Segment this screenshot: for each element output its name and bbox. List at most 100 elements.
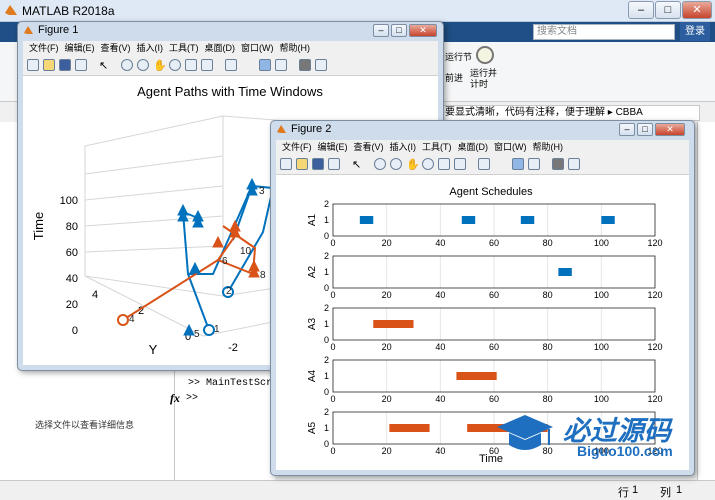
figure-icon (23, 25, 34, 36)
menu-tools[interactable]: 工具(T) (422, 140, 452, 155)
figure1-title-bar: Figure 1 – □ ✕ (18, 22, 443, 39)
figure2-close-button[interactable]: ✕ (655, 123, 685, 136)
close-button[interactable]: ✕ (682, 1, 712, 19)
figure2-schedule-bar (389, 424, 430, 432)
show-plot-tools-icon[interactable] (568, 158, 580, 170)
menu-insert[interactable]: 插入(I) (390, 140, 417, 155)
figure2-minimize-button[interactable]: – (619, 123, 635, 136)
maximize-button[interactable]: □ (655, 1, 681, 19)
figure1-ztick-label: 0 (72, 325, 78, 337)
figure1-triangle-marker (248, 259, 260, 272)
figure2-schedule-bar (456, 372, 497, 380)
figure1-point-label: 5 (194, 329, 200, 340)
menu-file[interactable]: 文件(F) (29, 41, 59, 56)
open-icon[interactable] (43, 59, 55, 71)
pointer-icon[interactable]: ↖ (352, 158, 364, 171)
status-row-value: 1 (632, 484, 639, 496)
colorbar-icon[interactable] (259, 59, 271, 71)
figure2-schedule-bar (461, 216, 476, 224)
minimize-button[interactable]: – (628, 1, 654, 19)
figure1-toolbar: ↖ ✋ (23, 56, 438, 76)
show-plot-tools-icon[interactable] (315, 59, 327, 71)
figure2-ytick-label: 0 (324, 439, 329, 449)
pointer-icon[interactable]: ↖ (99, 59, 111, 72)
hide-plot-tools-icon[interactable] (299, 59, 311, 71)
link-icon[interactable] (478, 158, 490, 170)
menu-desktop[interactable]: 桌面(D) (205, 41, 236, 56)
watermark-logo: 必过源码 Biguo100.com (495, 405, 710, 465)
menu-window[interactable]: 窗口(W) (494, 140, 527, 155)
login-button[interactable]: 登录 (680, 22, 710, 41)
hide-plot-tools-icon[interactable] (552, 158, 564, 170)
menu-help[interactable]: 帮助(H) (280, 41, 311, 56)
pan-icon[interactable]: ✋ (153, 59, 167, 72)
figure2-xtick-label: 0 (330, 290, 335, 300)
zoom-in-icon[interactable] (374, 158, 386, 170)
menu-view[interactable]: 查看(V) (101, 41, 131, 56)
new-figure-icon[interactable] (280, 158, 292, 170)
ribbon-button-run-and-time[interactable]: 运行并 计时 (470, 68, 502, 90)
link-icon[interactable] (225, 59, 237, 71)
menu-tools[interactable]: 工具(T) (169, 41, 199, 56)
figure1-point-label: 2 (226, 286, 232, 297)
menu-edit[interactable]: 编辑(E) (318, 140, 348, 155)
save-icon[interactable] (312, 158, 324, 170)
figure2-maximize-button[interactable]: □ (637, 123, 653, 136)
figure2-xtick-label: 0 (330, 238, 335, 248)
menu-help[interactable]: 帮助(H) (533, 140, 564, 155)
figure1-ztick-label: 20 (66, 299, 78, 311)
figure1-minimize-button[interactable]: – (373, 24, 389, 37)
pan-icon[interactable]: ✋ (406, 158, 420, 171)
print-icon[interactable] (328, 158, 340, 170)
ribbon-button-advance[interactable]: 前进 (445, 71, 463, 84)
rotate-icon[interactable] (169, 59, 181, 71)
figure2-chart-title: Agent Schedules (449, 186, 533, 198)
figure2-ytick-label: 1 (324, 319, 329, 329)
figure1-ytick-label: 4 (92, 289, 98, 301)
legend-icon[interactable] (528, 158, 540, 170)
new-figure-icon[interactable] (27, 59, 39, 71)
figure2-xtick-label: 100 (594, 394, 609, 404)
figure-icon (276, 124, 287, 135)
path-bar[interactable]: 要显式清晰，代码有注释，便于理解 ▸ CBBA (440, 105, 700, 121)
save-icon[interactable] (59, 59, 71, 71)
zoom-out-icon[interactable] (390, 158, 402, 170)
zoom-in-icon[interactable] (121, 59, 133, 71)
menu-window[interactable]: 窗口(W) (241, 41, 274, 56)
command-prompt[interactable]: >> (186, 393, 198, 404)
figure1-maximize-button[interactable]: □ (391, 24, 407, 37)
ribbon-button-run-section[interactable]: 运行节 (445, 50, 472, 63)
menu-edit[interactable]: 编辑(E) (65, 41, 95, 56)
figure2-row-label: A4 (307, 369, 318, 382)
rotate-icon[interactable] (422, 158, 434, 170)
figure2-xtick-label: 120 (647, 342, 662, 352)
data-cursor-icon[interactable] (185, 59, 197, 71)
zoom-out-icon[interactable] (137, 59, 149, 71)
figure2-xtick-label: 0 (330, 394, 335, 404)
figure2-xtick-label: 60 (489, 394, 499, 404)
menu-desktop[interactable]: 桌面(D) (458, 140, 489, 155)
menu-insert[interactable]: 插入(I) (137, 41, 164, 56)
figure1-ylabel: Y (149, 342, 158, 357)
figure2-xtick-label: 20 (382, 394, 392, 404)
brush-icon[interactable] (201, 59, 213, 71)
figure2-xtick-label: 40 (435, 238, 445, 248)
figure2-xtick-label: 60 (489, 342, 499, 352)
figure2-xtick-label: 80 (543, 394, 553, 404)
brush-icon[interactable] (454, 158, 466, 170)
figure1-point-label: 10 (240, 246, 252, 257)
figure2-xtick-label: 20 (382, 290, 392, 300)
figure2-xtick-label: 40 (435, 394, 445, 404)
figure2-ytick-label: 2 (324, 199, 329, 209)
search-input[interactable]: 搜索文档 (533, 24, 675, 40)
menu-view[interactable]: 查看(V) (354, 140, 384, 155)
figure1-close-button[interactable]: ✕ (409, 24, 437, 37)
colorbar-icon[interactable] (512, 158, 524, 170)
data-cursor-icon[interactable] (438, 158, 450, 170)
legend-icon[interactable] (275, 59, 287, 71)
menu-file[interactable]: 文件(F) (282, 140, 312, 155)
matlab-logo-icon (4, 3, 18, 17)
open-icon[interactable] (296, 158, 308, 170)
print-icon[interactable] (75, 59, 87, 71)
figure2-ytick-label: 1 (324, 371, 329, 381)
